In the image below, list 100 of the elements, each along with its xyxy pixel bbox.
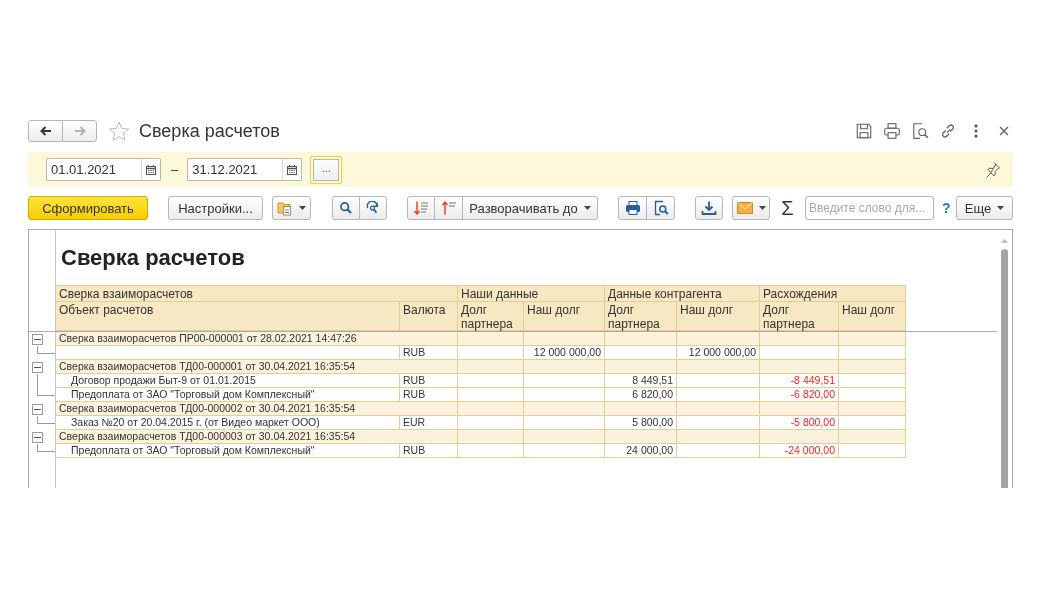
print-icon[interactable] [883,122,901,140]
link-icon[interactable] [939,122,957,140]
column-header: Объект расчетов [56,302,400,331]
variants-button[interactable] [272,196,311,220]
table-cell [839,430,906,444]
report-title: Сверка расчетов [61,245,245,270]
pin-icon[interactable] [984,161,1001,178]
preview-icon[interactable] [911,122,929,140]
column-header: Наш долг [677,302,760,331]
table-cell: -5 800,00 [760,416,839,430]
sum-button[interactable]: Σ [780,196,795,220]
table-cell: EUR [400,416,458,430]
search-button[interactable] [332,196,360,220]
table-cell [605,360,677,374]
table-cell: -6 820,00 [760,388,839,402]
table-cell: RUB [400,444,458,458]
column-header: Валюта [400,302,458,331]
sort-ascending-button[interactable] [434,196,463,220]
column-header: Наш долг [839,302,906,331]
table-cell: Сверка взаиморасчетов ТД00-000003 от 30.04.2021 16:35:54 [56,430,458,444]
table-cell [458,402,524,416]
table-cell: Договор продажи Быт-9 от 01.01.2015 [56,374,400,388]
date-field[interactable]: 01.01.2021 [46,158,141,181]
download-icon [701,200,717,216]
period-separator: – [171,162,179,177]
scrollbar-thumb[interactable] [1001,249,1008,488]
table-cell [458,374,524,388]
more-button[interactable]: Еще [956,196,1013,220]
table-cell [839,332,906,346]
column-group-header: Данные контрагента [605,286,760,302]
table-cell: Предоплата от ЗАО "Торговый дом Комплексный" [56,388,400,402]
collapse-toggle[interactable] [32,431,43,443]
window-title: Сверка расчетов [139,120,280,142]
table-cell [458,416,524,430]
column-header: Наш долг [524,302,605,331]
calendar-button[interactable] [141,158,161,181]
table-cell [839,388,906,402]
folder-document-icon [277,200,293,216]
table-cell: Сверка взаиморасчетов ПР00-000001 от 28.02.2021 14:47:26 [56,332,458,346]
table-cell: 8 449,51 [605,374,677,388]
choose-period-button[interactable]: ... [310,155,343,184]
download-button[interactable] [695,196,723,220]
save-icon[interactable] [855,122,873,140]
preview-button[interactable] [646,196,675,220]
table-cell [839,416,906,430]
table-cell [839,374,906,388]
calendar-icon [146,164,156,175]
table-cell: RUB [400,374,458,388]
email-button[interactable] [732,196,770,220]
print-button[interactable] [618,196,647,220]
column-group-header: Расхождения [760,286,906,302]
date-field[interactable]: 31.12.2021 [187,158,283,181]
table-cell [605,346,677,360]
generate-button[interactable]: Сформировать [28,196,148,220]
table-cell [458,388,524,402]
tree-line [37,444,55,452]
expand-to-button[interactable]: Разворачивать до [462,196,598,220]
table-cell [458,346,524,360]
table-cell: 12 000 000,00 [524,346,605,360]
search-field[interactable]: Введите слово для... [805,196,934,220]
table-cell [839,402,906,416]
table-cell [458,444,524,458]
column-header: Долг партнера [458,302,524,331]
table-cell: 5 800,00 [605,416,677,430]
column-header: Долг партнера [760,302,839,331]
table-cell [605,332,677,346]
calendar-button[interactable] [282,158,303,181]
caret-icon [299,206,306,210]
sort-up-icon [440,200,457,216]
caret-icon [583,206,591,210]
collapse-toggle[interactable] [32,403,43,415]
back-button[interactable] [28,120,63,142]
magnifier-arrow-icon [366,201,380,215]
table-cell: -24 000,00 [760,444,839,458]
column-group-header: Сверка взаиморасчетов [56,286,458,302]
collapse-toggle[interactable] [32,333,43,345]
table-cell [458,332,524,346]
calendar-icon [287,164,298,175]
table-cell [458,430,524,444]
star-icon[interactable] [108,120,130,142]
table-cell: 12 000 000,00 [677,346,760,360]
search-icon [339,201,353,215]
table-cell [605,402,677,416]
help-link[interactable]: ? [942,200,951,216]
table-cell [839,444,906,458]
table-cell: Сверка взаиморасчетов ТД00-000002 от 30.04.2021 16:35:54 [56,402,458,416]
printer-icon [624,200,641,216]
table-cell [458,360,524,374]
collapse-toggle[interactable] [32,361,43,373]
table-cell: 6 820,00 [605,388,677,402]
column-group-header: Наши данные [458,286,605,302]
table-cell [839,360,906,374]
settings-button[interactable]: Настройки... [168,196,263,220]
sort-descending-button[interactable] [407,196,435,220]
search-refresh-button[interactable] [359,196,387,220]
table-cell [839,346,906,360]
caret-icon [758,206,766,210]
column-header: Долг партнера [605,302,677,331]
table-cell: Заказ №20 от 20.04.2015 г. (от Видео маркет ООО) [56,416,400,430]
table-cell: RUB [400,388,458,402]
